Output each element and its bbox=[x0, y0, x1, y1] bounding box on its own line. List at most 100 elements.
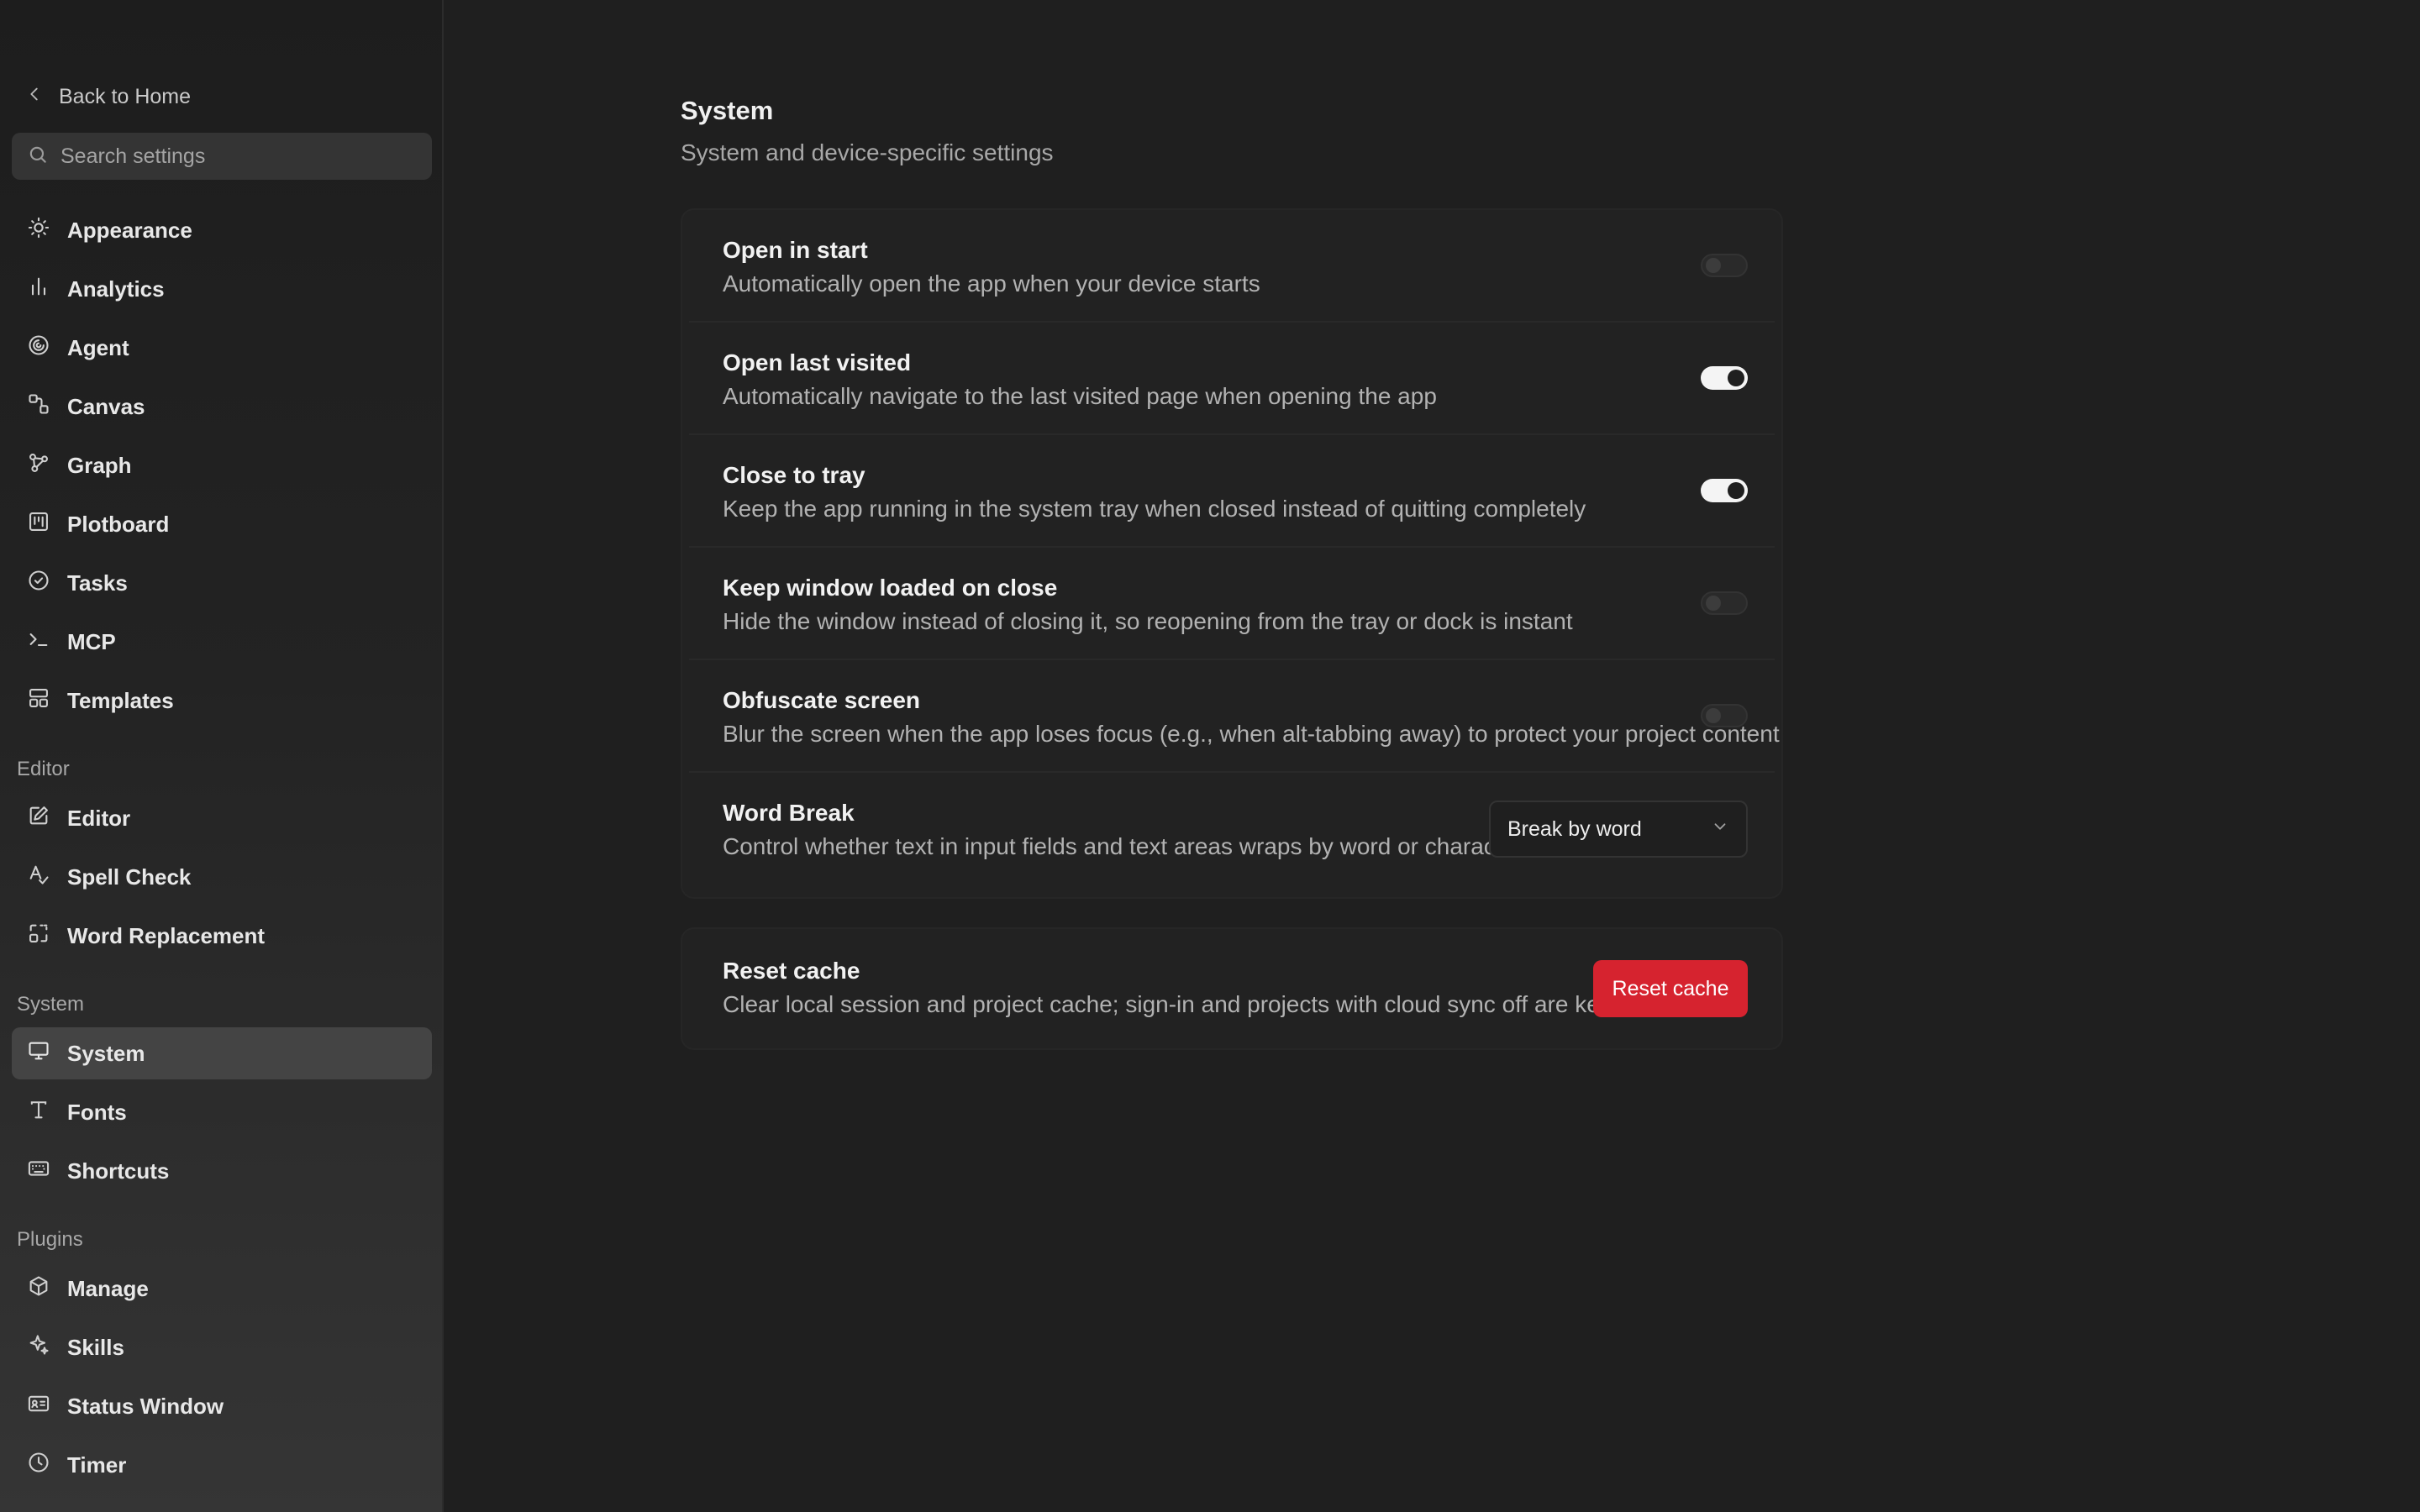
back-to-home-link[interactable]: Back to Home bbox=[25, 81, 191, 113]
setting-description: Blur the screen when the app loses focus… bbox=[723, 721, 1780, 747]
sidebar-item-spell-check[interactable]: Spell Check bbox=[12, 851, 432, 903]
sidebar-item-label: Word Replacement bbox=[67, 922, 266, 948]
setting-open-last-visited: Open last visited Automatically navigate… bbox=[689, 323, 1775, 435]
sidebar-item-label: Editor bbox=[67, 805, 131, 831]
sidebar-item-timer[interactable]: Timer bbox=[12, 1439, 432, 1491]
settings-window: Back to Home Appearance Analytics Agent … bbox=[0, 0, 2420, 1512]
toggle-knob bbox=[1706, 258, 1721, 273]
setting-obfuscate-screen: Obfuscate screen Blur the screen when th… bbox=[689, 660, 1780, 773]
check-circle-icon bbox=[27, 569, 50, 598]
word-break-select[interactable]: Break by word bbox=[1489, 801, 1748, 858]
reset-cache-button[interactable]: Reset cache bbox=[1593, 960, 1748, 1017]
setting-title: Open last visited bbox=[723, 349, 912, 375]
group-title-system: System bbox=[17, 993, 85, 1016]
setting-description: Automatically navigate to the last visit… bbox=[723, 383, 1437, 409]
open-in-start-toggle[interactable] bbox=[1701, 254, 1748, 277]
kanban-icon bbox=[27, 510, 50, 539]
obfuscate-screen-toggle[interactable] bbox=[1701, 704, 1748, 727]
sidebar-item-word-replacement[interactable]: Word Replacement bbox=[12, 910, 432, 962]
setting-title: Obfuscate screen bbox=[723, 687, 920, 713]
setting-title: Open in start bbox=[723, 237, 868, 263]
terminal-icon bbox=[27, 627, 50, 657]
sidebar-item-label: Shortcuts bbox=[67, 1158, 170, 1184]
close-to-tray-toggle[interactable] bbox=[1701, 479, 1748, 502]
setting-description: Keep the app running in the system tray … bbox=[723, 496, 1586, 522]
sidebar-item-label: Timer bbox=[67, 1452, 127, 1478]
bar-chart-icon bbox=[27, 275, 50, 304]
sidebar-item-label: System bbox=[67, 1040, 145, 1066]
toggle-knob bbox=[1706, 596, 1721, 611]
canvas-icon bbox=[27, 392, 50, 422]
setting-description: Automatically open the app when your dev… bbox=[723, 270, 1260, 297]
sidebar-item-mcp[interactable]: MCP bbox=[12, 616, 432, 668]
sidebar-item-manage[interactable]: Manage bbox=[12, 1263, 432, 1315]
sidebar-item-label: Spell Check bbox=[67, 864, 192, 890]
chevron-left-icon bbox=[25, 85, 44, 109]
setting-keep-window-loaded: Keep window loaded on close Hide the win… bbox=[689, 548, 1775, 660]
sidebar-item-label: Agent bbox=[67, 334, 129, 360]
toggle-knob bbox=[1728, 482, 1744, 499]
reset-cache-card: Reset cache Clear local session and proj… bbox=[681, 927, 1783, 1050]
sparkles-icon bbox=[27, 1333, 50, 1362]
setting-description: Control whether text in input fields and… bbox=[723, 833, 1523, 859]
package-icon bbox=[27, 1274, 50, 1304]
spiral-icon bbox=[27, 333, 50, 363]
search-input[interactable] bbox=[59, 143, 415, 170]
group-title-editor: Editor bbox=[17, 758, 70, 780]
toggle-knob bbox=[1728, 370, 1744, 386]
sidebar-item-label: Fonts bbox=[67, 1099, 127, 1125]
sidebar-item-tasks[interactable]: Tasks bbox=[12, 557, 432, 609]
type-icon bbox=[27, 1098, 50, 1127]
sidebar-item-fonts[interactable]: Fonts bbox=[12, 1086, 432, 1138]
sidebar-item-graph[interactable]: Graph bbox=[12, 439, 432, 491]
sidebar-item-label: Appearance bbox=[67, 217, 192, 243]
sidebar-item-label: Templates bbox=[67, 687, 174, 713]
sidebar-item-templates[interactable]: Templates bbox=[12, 675, 432, 727]
keep-window-loaded-toggle[interactable] bbox=[1701, 591, 1748, 615]
sidebar-item-label: MCP bbox=[67, 628, 116, 654]
id-card-icon bbox=[27, 1392, 50, 1421]
page-subtitle: System and device-specific settings bbox=[681, 139, 1054, 165]
sidebar-item-analytics[interactable]: Analytics bbox=[12, 263, 432, 315]
spell-check-icon bbox=[27, 863, 50, 892]
sidebar-item-label: Canvas bbox=[67, 393, 145, 419]
setting-description: Hide the window instead of closing it, s… bbox=[723, 608, 1573, 634]
setting-open-in-start: Open in start Automatically open the app… bbox=[689, 210, 1775, 323]
sidebar-item-system[interactable]: System bbox=[12, 1027, 432, 1079]
sidebar-item-editor[interactable]: Editor bbox=[12, 792, 432, 844]
sidebar-item-status-window[interactable]: Status Window bbox=[12, 1380, 432, 1432]
word-break-value: Break by word bbox=[1507, 816, 1642, 841]
settings-content: System System and device-specific settin… bbox=[444, 0, 2420, 1512]
sidebar-item-shortcuts[interactable]: Shortcuts bbox=[12, 1145, 432, 1197]
sidebar-item-label: Skills bbox=[67, 1334, 124, 1360]
toggle-knob bbox=[1706, 708, 1721, 723]
edit-icon bbox=[27, 804, 50, 833]
settings-search[interactable] bbox=[12, 133, 432, 180]
sidebar-item-label: Analytics bbox=[67, 276, 165, 302]
setting-word-break: Word Break Control whether text in input… bbox=[689, 773, 1775, 885]
back-to-home-label: Back to Home bbox=[59, 84, 192, 108]
open-last-visited-toggle[interactable] bbox=[1701, 366, 1748, 390]
sidebar-item-label: Graph bbox=[67, 452, 132, 478]
replace-icon bbox=[27, 921, 50, 951]
sun-icon bbox=[27, 216, 50, 245]
setting-title: Keep window loaded on close bbox=[723, 575, 1058, 601]
sidebar-item-plotboard[interactable]: Plotboard bbox=[12, 498, 432, 550]
sidebar-item-canvas[interactable]: Canvas bbox=[12, 381, 432, 433]
setting-close-to-tray: Close to tray Keep the app running in th… bbox=[689, 435, 1775, 548]
search-icon bbox=[27, 144, 49, 170]
setting-title: Close to tray bbox=[723, 462, 865, 488]
setting-title: Reset cache bbox=[723, 958, 860, 984]
clock-icon bbox=[27, 1451, 50, 1480]
sidebar-item-agent[interactable]: Agent bbox=[12, 322, 432, 374]
sidebar-item-label: Status Window bbox=[67, 1393, 224, 1419]
sidebar-item-skills[interactable]: Skills bbox=[12, 1321, 432, 1373]
setting-description: Clear local session and project cache; s… bbox=[723, 991, 1626, 1017]
graph-icon bbox=[27, 451, 50, 480]
settings-sidebar: Back to Home Appearance Analytics Agent … bbox=[0, 0, 444, 1512]
sidebar-item-appearance[interactable]: Appearance bbox=[12, 204, 432, 256]
group-title-plugins: Plugins bbox=[17, 1228, 83, 1251]
monitor-icon bbox=[27, 1039, 50, 1068]
layout-icon bbox=[27, 686, 50, 716]
sidebar-item-label: Plotboard bbox=[67, 511, 170, 537]
